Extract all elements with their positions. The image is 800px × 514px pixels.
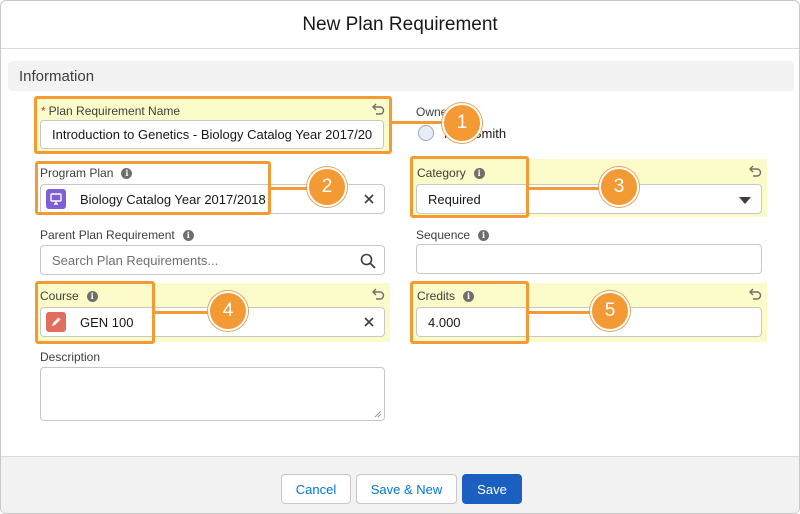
save-and-new-button[interactable]: Save & New bbox=[356, 474, 457, 504]
modal-window: New Plan Requirement Information * Plan … bbox=[0, 0, 800, 514]
chevron-down-icon bbox=[739, 197, 751, 204]
callout-box-4 bbox=[35, 281, 155, 344]
section-header-information[interactable]: Information bbox=[8, 61, 794, 91]
resize-handle-icon[interactable] bbox=[374, 410, 382, 418]
parent-plan-requirement-label: Parent Plan Requirement i bbox=[40, 228, 194, 242]
callout-box-2 bbox=[35, 161, 271, 215]
modal-footer: Cancel Save & New Save bbox=[1, 456, 799, 513]
cancel-button[interactable]: Cancel bbox=[281, 474, 351, 504]
callout-connector-5 bbox=[529, 311, 593, 314]
callout-connector-1 bbox=[392, 121, 448, 124]
clear-icon[interactable] bbox=[362, 315, 376, 329]
save-button[interactable]: Save bbox=[462, 474, 522, 504]
sequence-input[interactable] bbox=[416, 244, 762, 274]
info-icon[interactable]: i bbox=[182, 229, 194, 241]
description-textarea[interactable] bbox=[40, 367, 385, 421]
callout-badge-2: 2 bbox=[307, 167, 347, 207]
undo-icon[interactable] bbox=[748, 287, 762, 301]
callout-box-3 bbox=[410, 156, 529, 218]
callout-badge-5: 5 bbox=[590, 291, 630, 331]
info-icon[interactable]: i bbox=[478, 229, 490, 241]
callout-box-1 bbox=[34, 96, 392, 154]
owner-avatar-icon bbox=[418, 125, 434, 141]
callout-badge-1: 1 bbox=[442, 103, 482, 143]
modal-title: New Plan Requirement bbox=[302, 13, 498, 35]
parent-plan-requirement-search[interactable]: Search Plan Requirements... bbox=[40, 245, 385, 275]
callout-connector-4 bbox=[155, 311, 211, 314]
undo-icon[interactable] bbox=[371, 287, 385, 301]
undo-icon[interactable] bbox=[748, 164, 762, 178]
modal-header: New Plan Requirement bbox=[1, 1, 799, 49]
callout-badge-4: 4 bbox=[208, 291, 248, 331]
callout-connector-3 bbox=[529, 187, 603, 190]
callout-badge-3: 3 bbox=[599, 167, 639, 207]
sequence-label: Sequence i bbox=[416, 228, 490, 242]
clear-icon[interactable] bbox=[362, 192, 376, 206]
section-title: Information bbox=[19, 67, 95, 85]
search-icon[interactable] bbox=[360, 253, 376, 269]
description-label: Description bbox=[40, 350, 101, 364]
callout-box-5 bbox=[410, 281, 529, 344]
